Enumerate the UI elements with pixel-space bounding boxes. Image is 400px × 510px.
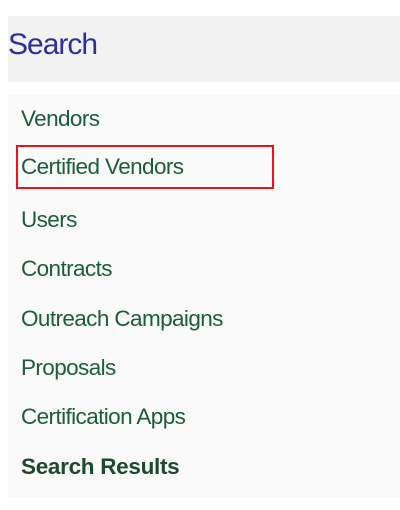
search-header-title: Search [8, 28, 98, 61]
menu-item-contracts[interactable]: Contracts [21, 254, 112, 284]
search-header: Search [8, 16, 400, 82]
menu-item-search-results[interactable]: Search Results [21, 452, 180, 482]
menu-item-vendors[interactable]: Vendors [21, 104, 100, 134]
menu-item-certification-apps[interactable]: Certification Apps [21, 402, 186, 432]
menu-item-proposals[interactable]: Proposals [21, 353, 116, 383]
search-panel: Search Vendors Certified Vendors Users C… [0, 0, 400, 510]
menu-item-outreach-campaigns[interactable]: Outreach Campaigns [21, 304, 223, 334]
highlight-annotation-box [16, 145, 274, 189]
menu-item-users[interactable]: Users [21, 205, 77, 235]
